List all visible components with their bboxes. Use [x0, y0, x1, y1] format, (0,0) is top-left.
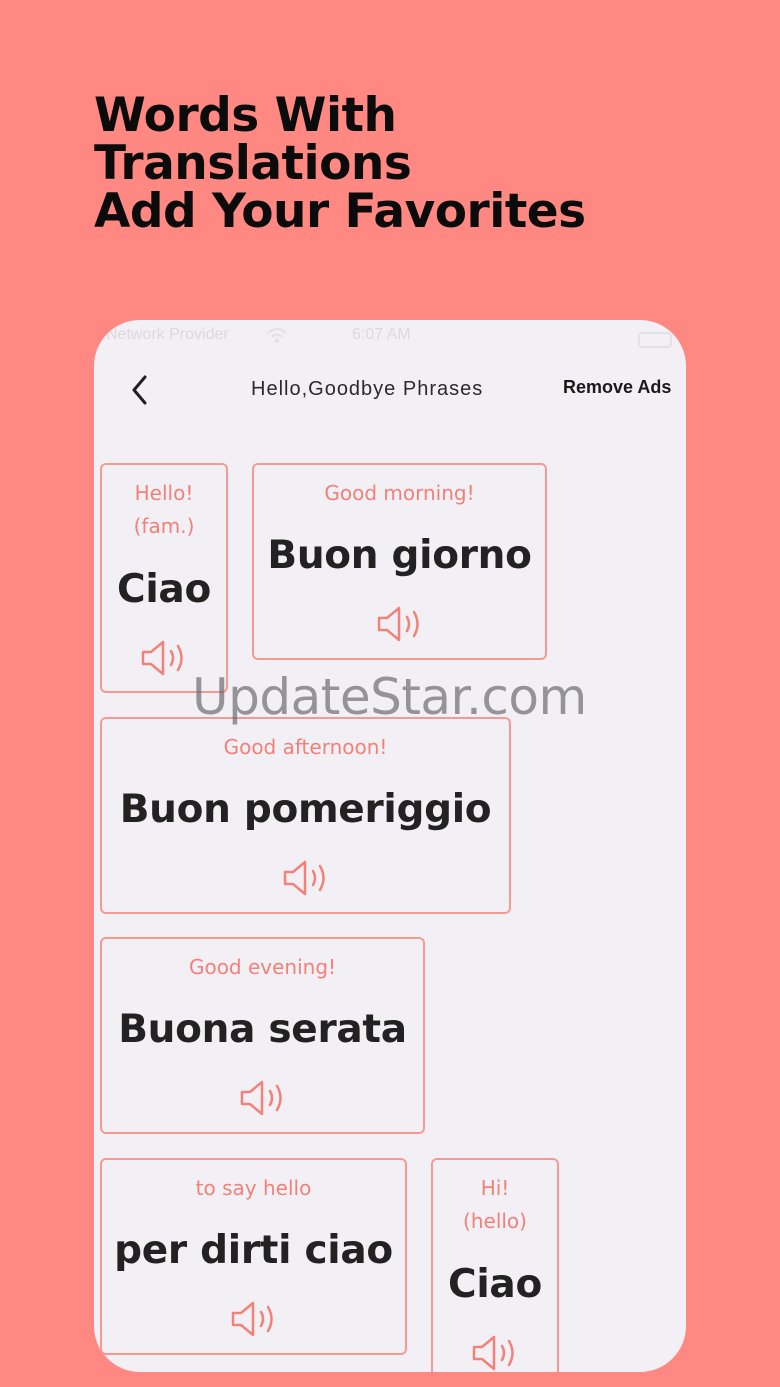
card-word: Ciao: [448, 1262, 542, 1307]
card-translation: Hi! (hello): [463, 1176, 527, 1233]
speaker-icon[interactable]: [238, 1079, 288, 1117]
card-translation: Good evening!: [188, 955, 337, 979]
status-time: 6:07 AM: [352, 326, 411, 343]
phrase-card[interactable]: Good morning! Buon giorno: [252, 463, 547, 660]
remove-ads-button[interactable]: Remove Ads: [563, 377, 671, 398]
status-bar: Network Provider 6:07 AM: [94, 326, 686, 356]
phrase-card[interactable]: Good evening! Buona serata: [100, 937, 425, 1134]
card-word: Buona serata: [118, 1007, 407, 1052]
carrier-label: Network Provider: [106, 326, 229, 343]
speaker-icon[interactable]: [470, 1334, 520, 1372]
nav-bar: Hello,Goodbye Phrases Remove Ads: [94, 368, 686, 412]
card-translation: Good afternoon!: [223, 735, 388, 759]
phrase-card[interactable]: Hello! (fam.) Ciao: [100, 463, 228, 693]
phrase-card[interactable]: Good afternoon! Buon pomeriggio: [100, 717, 511, 914]
speaker-icon[interactable]: [139, 639, 189, 677]
phone-screen: Network Provider 6:07 AM Hello,Goodbye P…: [94, 320, 686, 1372]
headline-line-2: Translations: [94, 136, 412, 191]
card-word: Buon pomeriggio: [119, 787, 492, 832]
card-word: per dirti ciao: [114, 1228, 393, 1273]
back-button[interactable]: [122, 368, 158, 412]
headline-line-3: Add Your Favorites: [94, 184, 586, 239]
speaker-icon[interactable]: [281, 859, 331, 897]
page-title: Hello,Goodbye Phrases: [251, 378, 484, 400]
card-translation: Hello! (fam.): [133, 481, 195, 538]
card-translation: Good morning!: [324, 481, 475, 505]
headline-line-1: Words With: [94, 88, 397, 143]
battery-icon: [638, 332, 672, 348]
phrase-card[interactable]: to say hello per dirti ciao: [100, 1158, 407, 1355]
card-translation: to say hello: [195, 1176, 312, 1200]
card-word: Ciao: [117, 567, 211, 612]
phrase-card[interactable]: Hi! (hello) Ciao: [431, 1158, 559, 1372]
wifi-icon: [266, 326, 288, 349]
speaker-icon[interactable]: [375, 605, 425, 643]
card-word: Buon giorno: [267, 533, 532, 578]
speaker-icon[interactable]: [229, 1300, 279, 1338]
promo-headline: Words With Translations Add Your Favorit…: [94, 92, 586, 236]
chevron-left-icon: [132, 375, 147, 405]
